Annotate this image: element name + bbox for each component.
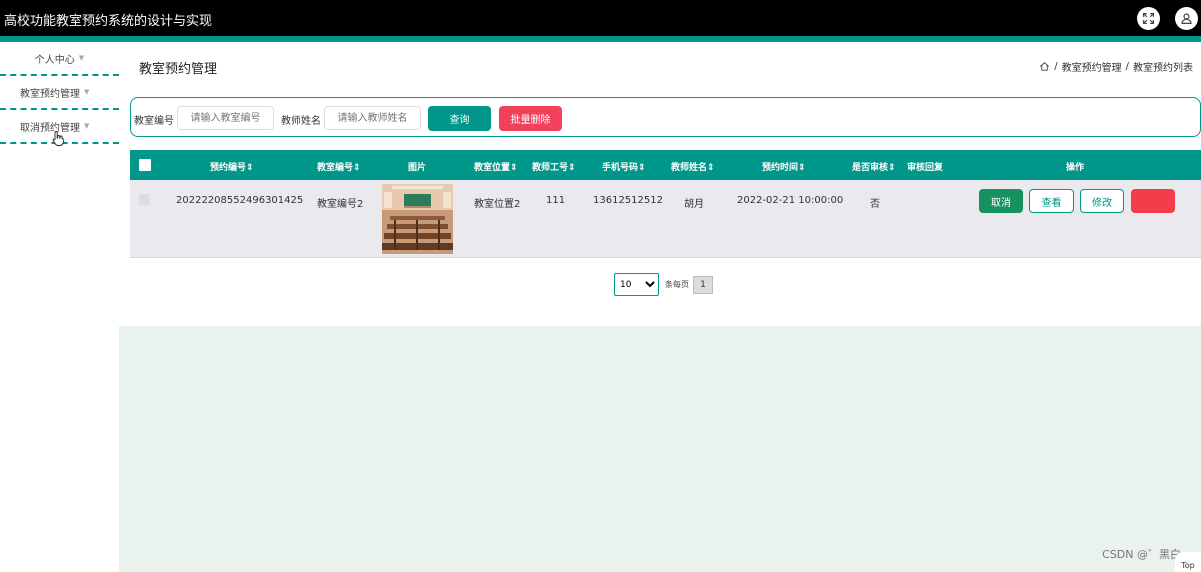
sidebar-item-label: 取消预约管理 [20, 122, 80, 134]
empty-content-area: CSDN @゛黑白 Top [119, 326, 1201, 572]
sidebar-item-label: 教室预约管理 [20, 88, 80, 100]
teacher-name-label: 教师姓名 [281, 116, 321, 127]
page-title: 教室预约管理 [139, 62, 218, 77]
cell-booking-no: 20222208552496301425 [176, 195, 304, 206]
cell-location: 教室位置2 [474, 199, 521, 210]
col-phone[interactable]: 手机号码⇕ [602, 160, 646, 173]
breadcrumb-separator: / [1125, 61, 1129, 72]
user-icon [1181, 13, 1192, 24]
col-approved[interactable]: 是否审核⇕ [852, 160, 896, 173]
page-size-select[interactable]: 10 [614, 273, 659, 296]
pagination: 10 条每页 1 [614, 273, 713, 296]
main-content: 教室预约管理 / 教室预约管理 / 教室预约列表 教室编号 教师姓名 查询 批量… [119, 42, 1201, 572]
teacher-name-input[interactable] [324, 106, 421, 130]
col-location[interactable]: 教室位置⇕ [474, 160, 518, 173]
classroom-photo [382, 184, 453, 254]
edit-button[interactable]: 修改 [1080, 189, 1124, 213]
hand-cursor-icon [52, 131, 64, 146]
col-actions: 操作 [1066, 163, 1085, 173]
col-image: 图片 [408, 163, 427, 173]
breadcrumb: / 教室预约管理 / 教室预约列表 [1039, 59, 1193, 74]
view-button[interactable]: 查看 [1029, 189, 1074, 213]
back-to-top-button[interactable]: Top [1175, 552, 1201, 572]
search-panel: 教室编号 教师姓名 查询 批量删除 [130, 97, 1201, 137]
caret-down-icon: ▼ [84, 122, 90, 130]
user-button[interactable] [1175, 7, 1198, 30]
col-room-no[interactable]: 教室编号⇕ [317, 160, 361, 173]
sidebar-item-booking-management[interactable]: 教室预约管理 ▼ [0, 76, 119, 110]
row-checkbox[interactable] [139, 194, 150, 205]
cell-booking-time: 2022-02-21 10:00:00 [737, 195, 844, 206]
top-bar: 高校功能教室预约系统的设计与实现 [0, 0, 1201, 36]
cell-approved: 否 [870, 199, 880, 210]
breadcrumb-separator: / [1054, 61, 1058, 72]
cell-teacher-name: 胡月 [684, 199, 704, 210]
watermark: CSDN @゛黑白 [1102, 548, 1181, 561]
sidebar-item-personal-center[interactable]: 个人中心 ▼ [0, 42, 119, 76]
cancel-button[interactable]: 取消 [979, 189, 1023, 213]
sidebar: 个人中心 ▼ 教室预约管理 ▼ 取消预约管理 ▼ [0, 42, 119, 144]
batch-delete-button[interactable]: 批量删除 [499, 106, 562, 131]
home-icon[interactable] [1039, 61, 1050, 72]
col-reply: 审核回复 [907, 163, 944, 173]
query-button[interactable]: 查询 [428, 106, 491, 131]
sidebar-item-label: 个人中心 [34, 54, 75, 66]
col-teacher-id[interactable]: 教师工号⇕ [532, 160, 576, 173]
booking-table: 预约编号⇕ 教室编号⇕ 图片 教室位置⇕ 教师工号⇕ 手机号码⇕ 教师姓名⇕ 预… [130, 150, 1201, 258]
room-number-label: 教室编号 [134, 116, 174, 127]
caret-down-icon: ▼ [84, 88, 90, 96]
cell-phone: 13612512512 [593, 195, 663, 206]
col-teacher-name[interactable]: 教师姓名⇕ [671, 160, 715, 173]
room-number-input[interactable] [177, 106, 274, 130]
col-booking-no[interactable]: 预约编号⇕ [210, 160, 254, 173]
cell-room-no: 教室编号2 [317, 199, 364, 210]
delete-button[interactable]: 删除 [1131, 189, 1175, 213]
table-header: 预约编号⇕ 教室编号⇕ 图片 教室位置⇕ 教师工号⇕ 手机号码⇕ 教师姓名⇕ 预… [130, 150, 1201, 180]
caret-down-icon: ▼ [78, 54, 85, 62]
col-booking-time[interactable]: 预约时间⇕ [762, 160, 806, 173]
app-title: 高校功能教室预约系统的设计与实现 [4, 14, 213, 29]
fullscreen-icon [1142, 12, 1155, 25]
breadcrumb-item-booking-list: 教室预约列表 [1133, 63, 1193, 74]
fullscreen-button[interactable] [1137, 7, 1160, 30]
per-page-label: 条每页 [665, 280, 689, 289]
page-button-1[interactable]: 1 [693, 275, 713, 294]
table-row: 20222208552496301425 教室编号2 教室位置2 111 136… [130, 180, 1201, 258]
cell-teacher-id: 111 [546, 195, 566, 206]
breadcrumb-item-booking-management[interactable]: 教室预约管理 [1062, 59, 1122, 74]
select-all-checkbox[interactable] [139, 159, 151, 171]
